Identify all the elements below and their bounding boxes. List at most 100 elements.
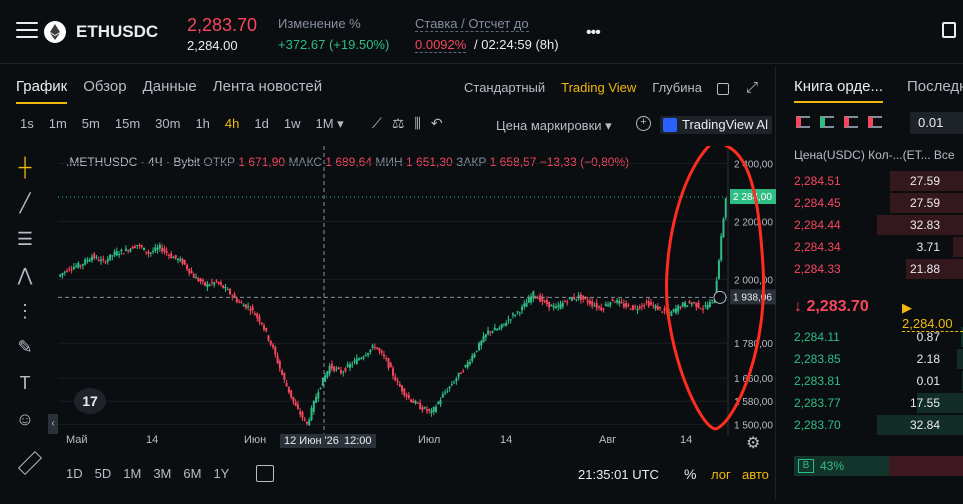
collapse-toolbar-icon[interactable]: ‹ bbox=[48, 414, 58, 434]
notes-icon[interactable] bbox=[942, 22, 956, 38]
both-sides-icon[interactable] bbox=[796, 116, 810, 128]
add-icon[interactable]: + bbox=[636, 116, 651, 131]
view-tradingview[interactable]: Trading View bbox=[561, 80, 636, 95]
price-type-select[interactable]: Цена маркировки ▾ bbox=[496, 118, 612, 134]
tab-recent-trades[interactable]: Последн bbox=[907, 78, 963, 103]
indicators-icon[interactable]: ⟋ bbox=[372, 115, 382, 132]
bid-row[interactable]: 2,284.11 0.87 bbox=[782, 326, 963, 348]
layout-icon[interactable] bbox=[717, 83, 729, 95]
more-icon[interactable]: ••• bbox=[586, 24, 601, 42]
bid-row[interactable]: 2,283.70 32.84 bbox=[782, 414, 963, 436]
menu-icon[interactable] bbox=[16, 22, 38, 42]
bid-row[interactable]: 2,283.77 17.55 bbox=[782, 392, 963, 414]
candle-body bbox=[455, 378, 458, 381]
candle-body bbox=[516, 311, 519, 313]
candle-body bbox=[190, 270, 193, 274]
funding-label[interactable]: Ставка / Отсчет до bbox=[415, 16, 529, 32]
candle-body bbox=[86, 260, 89, 262]
chart-settings-icon[interactable]: ⚙ bbox=[746, 433, 760, 453]
calendar-icon[interactable] bbox=[256, 465, 274, 482]
candle-body bbox=[249, 308, 252, 311]
interval-1h[interactable]: 1h bbox=[195, 116, 209, 132]
tab-chart[interactable]: График bbox=[16, 78, 68, 104]
ruler-icon[interactable] bbox=[17, 450, 43, 476]
percent-scale-toggle[interactable]: % bbox=[684, 466, 696, 482]
crosshair-icon[interactable]: ┼ bbox=[12, 154, 38, 180]
candle-body bbox=[591, 301, 594, 306]
interval-1d[interactable]: 1d bbox=[254, 116, 268, 132]
y-tick-label: 2 000,00 bbox=[734, 275, 773, 286]
range-1y[interactable]: 1Y bbox=[213, 466, 229, 481]
price-chart[interactable]: 2 400,00 2 200,00 2 000,00 1 780,00 1 660,00… bbox=[58, 146, 776, 436]
asks-only-icon[interactable] bbox=[844, 116, 858, 128]
candle-body bbox=[281, 370, 284, 375]
ask-row[interactable]: 2,284.45 27.59 bbox=[782, 192, 963, 214]
interval-1w[interactable]: 1w bbox=[284, 116, 301, 132]
candle-type-icon[interactable]: ⫼ bbox=[414, 115, 420, 132]
interval-1s[interactable]: 1s bbox=[20, 116, 34, 132]
candle-body bbox=[353, 360, 356, 362]
text-tool-icon[interactable]: T bbox=[12, 370, 38, 396]
precision-select[interactable]: 0.01 bbox=[910, 112, 963, 134]
candle-body bbox=[188, 268, 191, 274]
bid-price: 2,283.85 bbox=[794, 352, 841, 366]
candle-body bbox=[346, 364, 349, 368]
expand-icon[interactable]: ⤢ bbox=[746, 79, 758, 96]
bid-row[interactable]: 2,283.81 0.01 bbox=[782, 370, 963, 392]
candle-body bbox=[550, 304, 553, 307]
ask-row[interactable]: 2,284.33 21.88 bbox=[782, 258, 963, 280]
ask-row[interactable]: 2,284.51 27.59 bbox=[782, 170, 963, 192]
order-book-tabs: Книга орде... Последн bbox=[794, 78, 963, 103]
measure-icon[interactable]: ⋮ bbox=[12, 298, 38, 324]
candle-body bbox=[717, 260, 720, 279]
ask-row[interactable]: 2,284.34 3.71 bbox=[782, 236, 963, 258]
bid-price: 2,283.77 bbox=[794, 396, 841, 410]
tab-news[interactable]: Лента новостей bbox=[213, 78, 322, 104]
buy-badge: B bbox=[798, 459, 814, 473]
view-depth[interactable]: Глубина bbox=[652, 80, 702, 95]
ask-row[interactable]: 2,284.44 32.83 bbox=[782, 214, 963, 236]
candle-body bbox=[711, 299, 714, 301]
interval-4h[interactable]: 4h bbox=[225, 116, 239, 132]
range-1d[interactable]: 1D bbox=[66, 466, 83, 481]
view-standard[interactable]: Стандартный bbox=[464, 80, 545, 95]
range-3m[interactable]: 3M bbox=[153, 466, 171, 481]
candle-body bbox=[622, 303, 625, 307]
candle-body bbox=[79, 265, 82, 267]
compare-icon[interactable]: ⚖ bbox=[392, 115, 405, 132]
trendline-icon[interactable]: ╱ bbox=[12, 190, 38, 216]
interval-15m[interactable]: 15m bbox=[115, 116, 140, 132]
symbol-title[interactable]: ETHUSDC bbox=[76, 22, 158, 42]
bids-only-icon[interactable] bbox=[820, 116, 834, 128]
pattern-icon[interactable]: ⋀ bbox=[12, 262, 38, 288]
auto-scale-toggle[interactable]: авто bbox=[742, 467, 769, 482]
log-scale-toggle[interactable]: лог bbox=[711, 467, 731, 482]
interval-1m[interactable]: 1m bbox=[49, 116, 67, 132]
emoji-icon[interactable]: ☺ bbox=[12, 406, 38, 432]
range-1m[interactable]: 1M bbox=[123, 466, 141, 481]
tab-data[interactable]: Данные bbox=[143, 78, 197, 104]
candle-body bbox=[186, 264, 189, 270]
large-orders-icon[interactable] bbox=[868, 116, 882, 128]
fib-icon[interactable]: ☰ bbox=[12, 226, 38, 252]
bid-row[interactable]: 2,283.85 2.18 bbox=[782, 348, 963, 370]
tradingview-ai-button[interactable]: TradingView Al bbox=[660, 116, 772, 134]
interval-1M[interactable]: 1M ▾ bbox=[315, 116, 343, 132]
replay-icon[interactable]: ↶ bbox=[431, 115, 443, 132]
candle-body bbox=[421, 407, 424, 411]
candle-body bbox=[367, 353, 370, 356]
range-6m[interactable]: 6M bbox=[183, 466, 201, 481]
tradingview-ai-label: TradingView Al bbox=[682, 117, 768, 132]
candle-body bbox=[473, 353, 476, 358]
interval-5m[interactable]: 5m bbox=[82, 116, 100, 132]
candle-body bbox=[303, 419, 306, 421]
tab-order-book[interactable]: Книга орде... bbox=[794, 78, 883, 103]
tab-overview[interactable]: Обзор bbox=[83, 78, 126, 104]
candle-body bbox=[613, 301, 616, 303]
order-book-header: Цена(USDC) Кол-...(ET... Все bbox=[794, 148, 955, 162]
candle-body bbox=[586, 300, 589, 303]
candle-body bbox=[72, 266, 75, 270]
brush-icon[interactable]: ✎ bbox=[12, 334, 38, 360]
interval-30m[interactable]: 30m bbox=[155, 116, 180, 132]
range-5d[interactable]: 5D bbox=[95, 466, 112, 481]
